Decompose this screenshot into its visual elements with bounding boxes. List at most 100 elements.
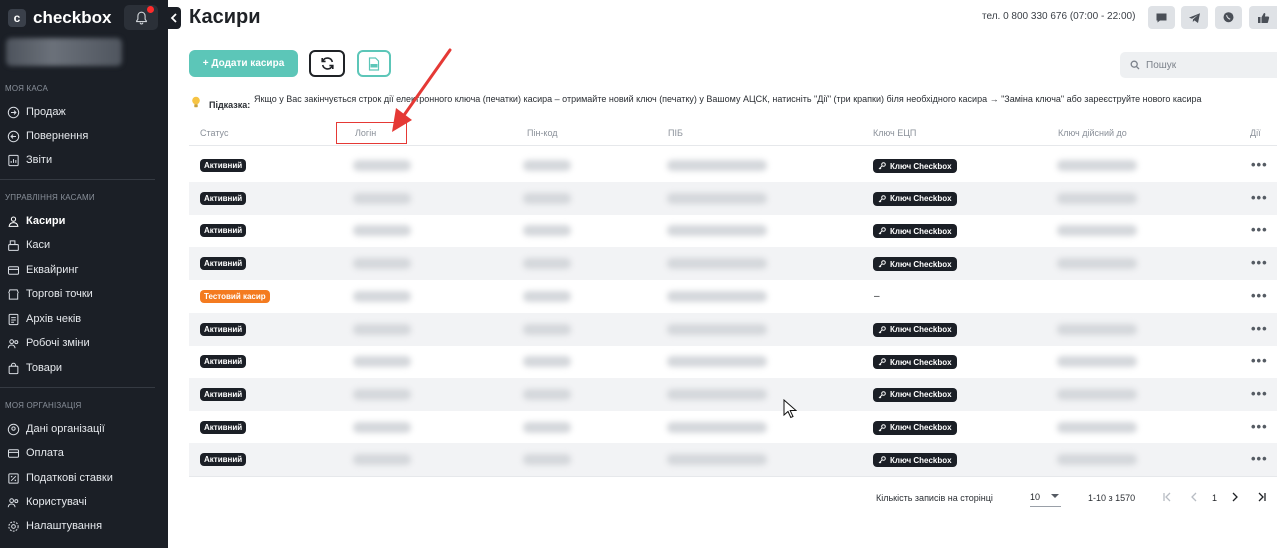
payment-icon — [7, 448, 20, 458]
table-row[interactable]: Активний Ключ Checkbox ••• — [189, 411, 1277, 444]
sidebar-item-users[interactable]: Користувачі — [7, 492, 157, 512]
login-cell-redacted — [353, 258, 411, 270]
table-row[interactable]: Активний Ключ Checkbox ••• — [189, 345, 1277, 378]
column-header-key-valid-until[interactable]: Ключ дійсний до — [1058, 128, 1127, 138]
valid-until-cell-redacted — [1057, 258, 1137, 270]
key-badge-label: Ключ Checkbox — [890, 423, 952, 433]
table-row[interactable]: Активний Ключ Checkbox ••• — [189, 312, 1277, 346]
sidebar-item-sales[interactable]: Продаж — [7, 102, 157, 122]
key-badge: Ключ Checkbox — [873, 159, 957, 173]
next-page-button[interactable] — [1228, 490, 1242, 504]
pin-cell-redacted — [523, 323, 571, 335]
telegram-button[interactable] — [1181, 6, 1208, 29]
sidebar-item-returns[interactable]: Повернення — [7, 126, 157, 146]
sidebar-item-tax-rates[interactable]: Податкові ставки — [7, 468, 157, 488]
brand-name: checkbox — [33, 8, 112, 27]
column-header-pin[interactable]: Пін-код — [527, 128, 558, 138]
feedback-button[interactable] — [1249, 6, 1277, 29]
refresh-icon — [320, 57, 334, 70]
pagination-range: 1-10 з 1570 — [1088, 493, 1136, 503]
last-page-button[interactable] — [1255, 490, 1269, 504]
account-selector[interactable] — [6, 38, 122, 66]
sidebar-item-label: Товари — [26, 362, 63, 374]
column-header-full-name[interactable]: ПІБ — [668, 128, 683, 138]
sidebar-item-label: Звіти — [26, 154, 53, 166]
viber-button[interactable] — [1215, 6, 1242, 29]
sidebar-item-organization-data[interactable]: Дані організації — [7, 419, 157, 439]
sidebar-item-label: Налаштування — [26, 520, 103, 532]
pin-cell-redacted — [523, 160, 571, 171]
rows-per-page-label: Кількість записів на сторінці — [876, 493, 993, 503]
archive-icon — [8, 313, 19, 325]
key-icon — [878, 227, 886, 235]
name-cell-redacted — [667, 323, 767, 335]
status-badge: Активний — [200, 355, 247, 369]
row-actions-button[interactable]: ••• — [1251, 190, 1268, 205]
table-row[interactable]: Активний Ключ Checkbox ••• — [189, 377, 1277, 411]
sidebar-item-reports[interactable]: Звіти — [7, 150, 157, 170]
row-actions-button[interactable]: ••• — [1251, 288, 1268, 303]
sidebar-item-registers[interactable]: Каси — [7, 235, 157, 255]
table-row[interactable]: Активний Ключ Checkbox ••• — [189, 214, 1277, 247]
add-cashier-button[interactable]: + Додати касира — [189, 50, 298, 77]
sidebar-item-acquiring[interactable]: Еквайринг — [7, 260, 157, 280]
login-cell-redacted — [353, 454, 411, 466]
sidebar-item-goods[interactable]: Товари — [7, 358, 157, 378]
key-icon — [878, 391, 886, 399]
arrow-right-circle-icon — [7, 106, 20, 118]
current-page[interactable]: 1 — [1212, 493, 1217, 503]
row-actions-button[interactable]: ••• — [1251, 157, 1268, 172]
name-cell-redacted — [667, 192, 767, 204]
chat-button[interactable] — [1148, 6, 1175, 29]
key-icon — [878, 358, 886, 366]
row-actions-button[interactable]: ••• — [1251, 419, 1268, 434]
table-row[interactable]: Активний Ключ Checkbox ••• — [189, 149, 1277, 182]
row-actions-button[interactable]: ••• — [1251, 451, 1268, 466]
column-header-status[interactable]: Статус — [200, 128, 228, 138]
viber-icon — [1223, 12, 1234, 23]
chevron-left-icon — [1191, 492, 1197, 502]
sidebar-item-settings[interactable]: Налаштування — [7, 516, 157, 536]
column-header-ecp-key[interactable]: Ключ ЕЦП — [873, 128, 916, 138]
thumbs-up-icon — [1257, 12, 1269, 23]
key-empty: – — [874, 290, 880, 302]
row-actions-button[interactable]: ••• — [1251, 321, 1268, 336]
sidebar-item-label: Каси — [26, 239, 51, 251]
sidebar-item-label: Продаж — [26, 106, 66, 118]
row-actions-button[interactable]: ••• — [1251, 386, 1268, 401]
sidebar-item-payment[interactable]: Оплата — [7, 443, 157, 463]
row-actions-button[interactable]: ••• — [1251, 353, 1268, 368]
table-row[interactable]: Тестовий касир – ••• — [189, 280, 1277, 313]
sidebar-item-label: Архів чеків — [26, 313, 82, 325]
table-row[interactable]: Активний Ключ Checkbox ••• — [189, 443, 1277, 477]
bell-icon — [135, 11, 147, 24]
mouse-cursor-icon — [783, 399, 797, 419]
sidebar-item-shifts[interactable]: Робочі зміни — [7, 333, 157, 353]
notifications-button[interactable] — [124, 5, 158, 30]
support-phone: тел. 0 800 330 676 (07:00 - 22:00) — [982, 11, 1136, 22]
key-badge: Ключ Checkbox — [873, 453, 957, 468]
sidebar-item-label: Еквайринг — [26, 264, 79, 276]
rows-per-page-select[interactable]: 10 — [1030, 487, 1061, 507]
bag-icon — [8, 362, 19, 374]
sidebar-item-shops[interactable]: Торгові точки — [7, 284, 157, 304]
key-icon — [878, 260, 886, 268]
row-actions-button[interactable]: ••• — [1251, 222, 1268, 237]
sidebar-item-receipts-archive[interactable]: Архів чеків — [7, 309, 157, 329]
search-field[interactable]: Пошук — [1120, 52, 1277, 78]
previous-page-button[interactable] — [1187, 490, 1201, 504]
row-actions-button[interactable]: ••• — [1251, 255, 1268, 270]
name-cell-redacted — [667, 388, 767, 400]
section-title-my-cash: МОЯ КАСА — [5, 84, 49, 93]
table-row[interactable]: Активний Ключ Checkbox ••• — [189, 247, 1277, 281]
pin-cell-redacted — [523, 388, 571, 400]
collapse-sidebar-button[interactable] — [166, 7, 181, 29]
table-row[interactable]: Активний Ключ Checkbox ••• — [189, 181, 1277, 215]
sidebar-item-cashiers[interactable]: Касири — [7, 211, 157, 231]
telegram-icon — [1189, 12, 1200, 23]
login-cell-redacted — [353, 160, 411, 171]
refresh-button[interactable] — [309, 50, 345, 77]
first-page-button[interactable] — [1160, 490, 1174, 504]
key-badge: Ключ Checkbox — [873, 257, 957, 272]
pin-cell-redacted — [523, 454, 571, 466]
